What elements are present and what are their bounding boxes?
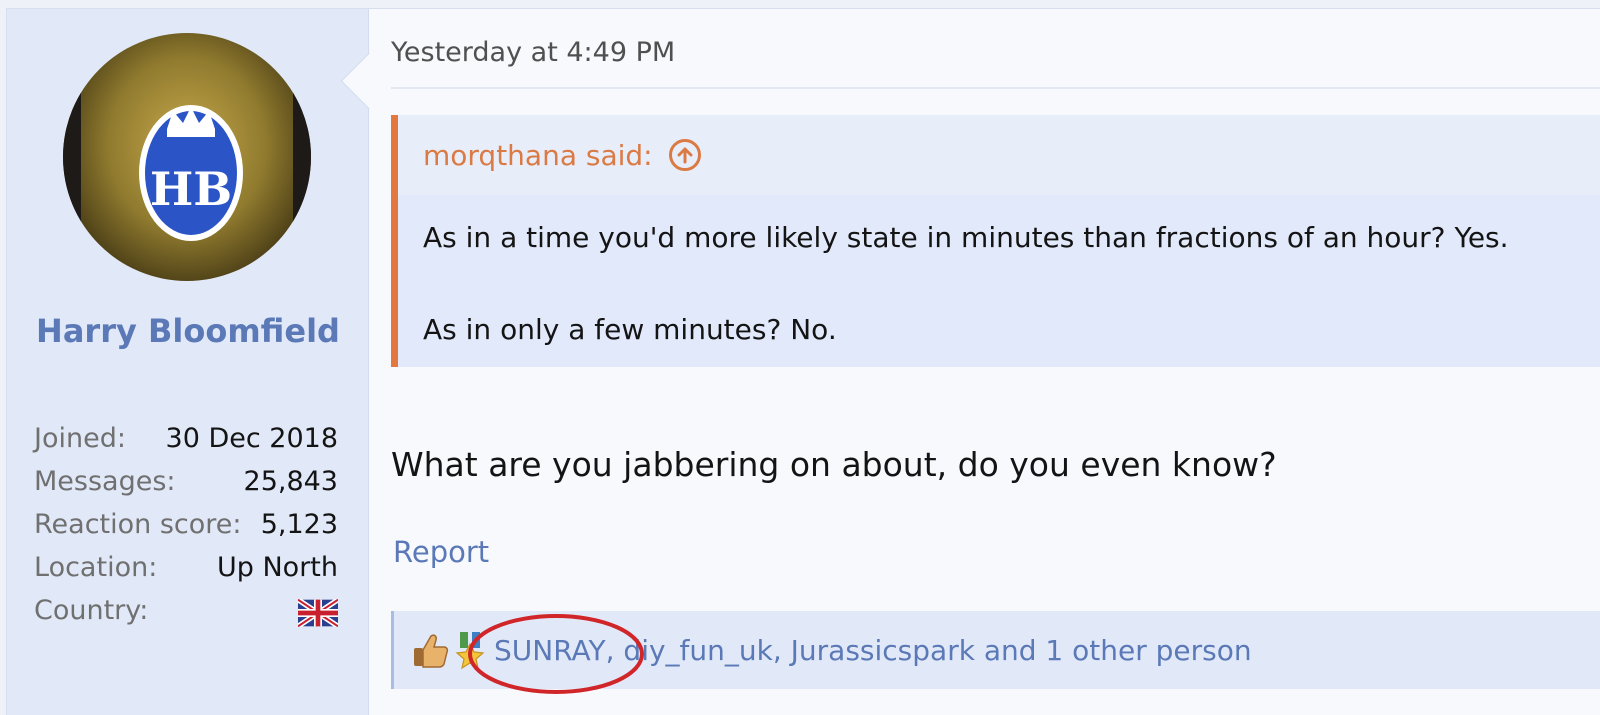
quote-block: morqthana said: As in a time you'd more … xyxy=(391,115,1600,367)
header-divider xyxy=(391,87,1600,89)
stat-joined: Joined: 30 Dec 2018 xyxy=(34,417,338,460)
quote-line: As in only a few minutes? No. xyxy=(423,313,837,346)
username[interactable]: Harry Bloomfield xyxy=(7,305,369,357)
quote-header[interactable]: morqthana said: xyxy=(398,115,1600,195)
post-timestamp[interactable]: Yesterday at 4:49 PM xyxy=(391,37,675,68)
quote-author[interactable]: morqthana said: xyxy=(423,139,653,172)
stat-label: Country: xyxy=(34,595,149,626)
stat-value: 30 Dec 2018 xyxy=(165,423,338,454)
stat-reaction-score: Reaction score: 5,123 xyxy=(34,503,338,546)
quote-line: As in a time you'd more likely state in … xyxy=(423,221,1509,254)
annotation-circle xyxy=(468,614,644,694)
user-panel: HB Harry Bloomfield Joined: 30 Dec 2018 … xyxy=(7,9,369,715)
quote-spacer xyxy=(423,261,1600,307)
arrow-up-circle-icon[interactable] xyxy=(668,139,701,171)
message-main: Yesterday at 4:49 PM morqthana said: As … xyxy=(391,9,1600,715)
user-stats: Joined: 30 Dec 2018 Messages: 25,843 Rea… xyxy=(34,417,338,632)
quote-body: As in a time you'd more likely state in … xyxy=(398,195,1600,353)
stat-label: Location: xyxy=(34,552,158,583)
avatar-hb-text: HB xyxy=(150,162,232,216)
stat-messages: Messages: 25,843 xyxy=(34,460,338,503)
stat-value: 5,123 xyxy=(260,509,338,540)
stat-label: Reaction score: xyxy=(34,509,242,540)
post-container: HB Harry Bloomfield Joined: 30 Dec 2018 … xyxy=(6,8,1600,715)
avatar[interactable]: HB xyxy=(63,33,311,281)
uk-flag-icon xyxy=(298,599,338,627)
stat-label: Messages: xyxy=(34,466,176,497)
stat-location: Location: Up North xyxy=(34,546,338,589)
stat-country: Country: xyxy=(34,589,338,632)
stat-value: Up North xyxy=(217,552,338,583)
stat-label: Joined: xyxy=(34,423,126,454)
avatar-image: HB xyxy=(63,33,311,281)
stat-value: 25,843 xyxy=(243,466,338,497)
post-body: What are you jabbering on about, do you … xyxy=(391,445,1277,484)
report-link[interactable]: Report xyxy=(393,535,489,569)
thumbs-up-icon xyxy=(414,634,449,668)
